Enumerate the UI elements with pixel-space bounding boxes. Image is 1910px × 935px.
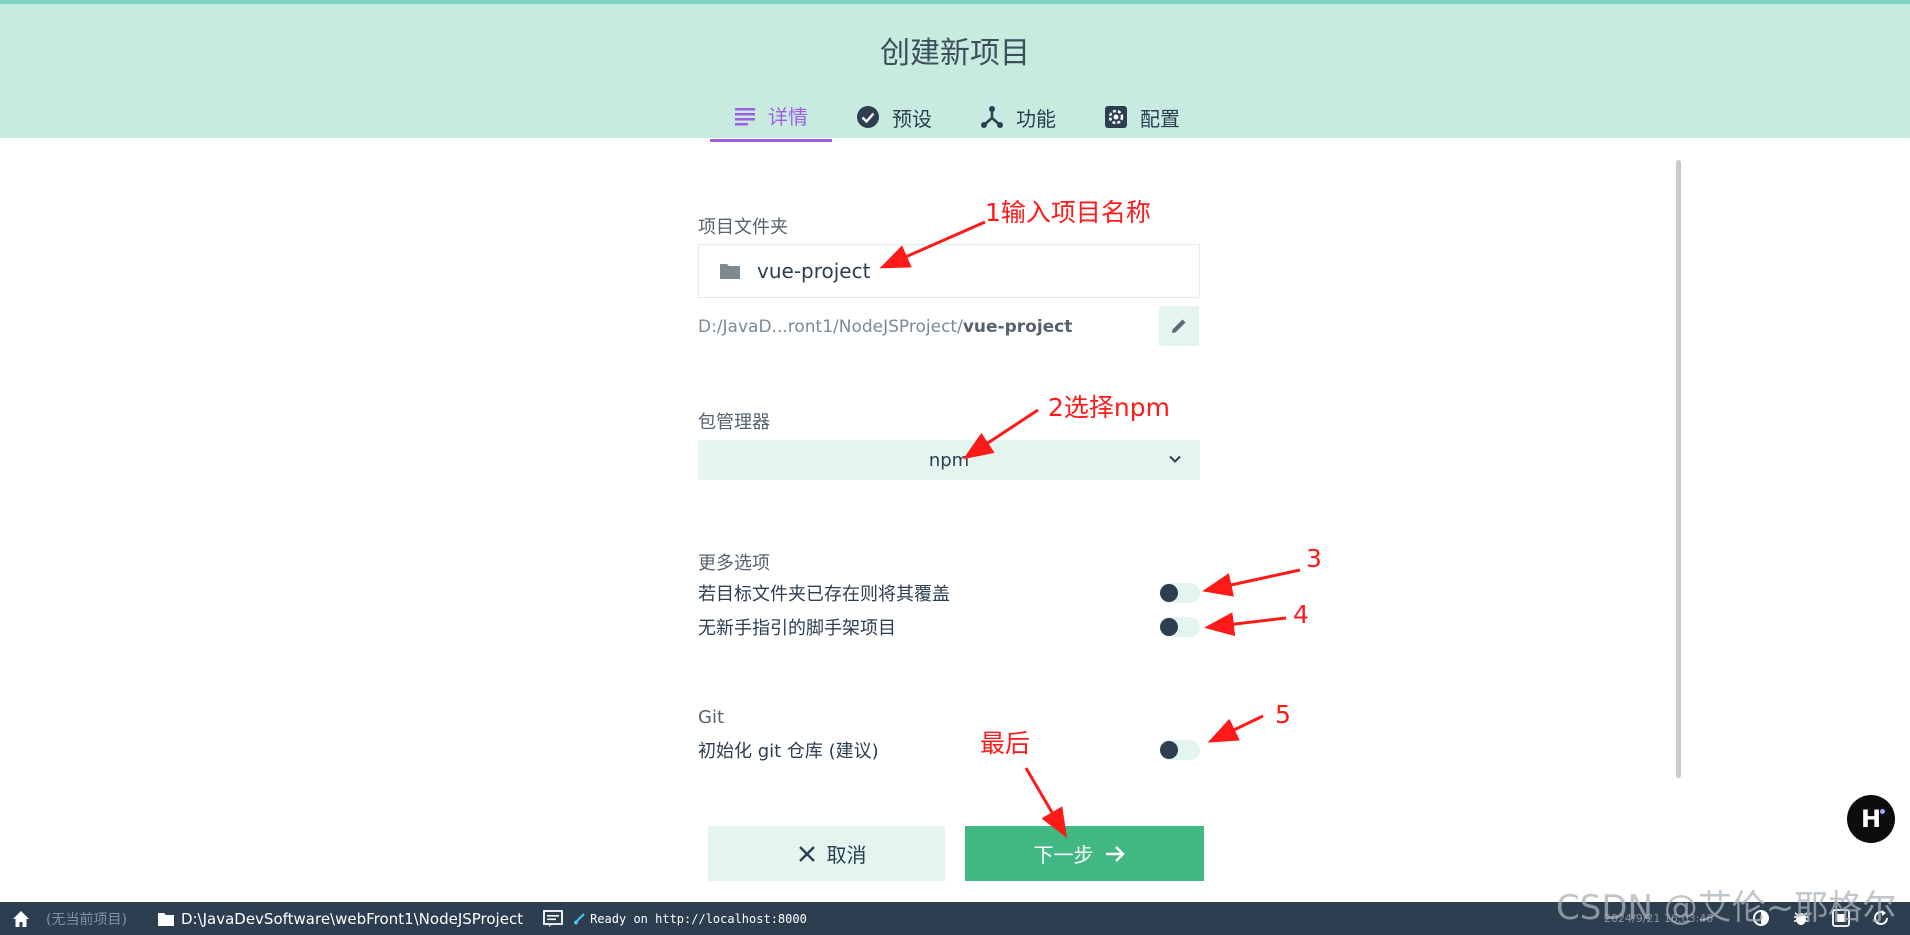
header: 创建新项目 详情 预设 功能 配置 (0, 0, 1910, 142)
chevron-down-icon (1169, 455, 1181, 463)
content-scrollbar[interactable] (1676, 160, 1681, 778)
next-label: 下一步 (1033, 843, 1094, 867)
tab-features[interactable]: 功能 (956, 92, 1080, 142)
console-icon (543, 909, 563, 927)
next-button[interactable]: 下一步 (965, 826, 1204, 881)
tab-config-label: 配置 (1140, 106, 1180, 131)
tab-bar: 详情 预设 功能 配置 (710, 92, 1204, 142)
home-button[interactable] (12, 910, 30, 928)
overwrite-toggle[interactable] (1160, 583, 1200, 603)
folder-icon (720, 264, 740, 279)
option-git-init-label: 初始化 git 仓库 (建议) (698, 741, 879, 762)
option-no-guide-label: 无新手指引的脚手架项目 (698, 618, 896, 639)
tab-presets-label: 预设 (892, 106, 932, 131)
brush-icon (574, 912, 585, 924)
current-project[interactable]: (无当前项目) (46, 909, 127, 929)
tab-details-label: 详情 (768, 105, 808, 129)
project-path: D:/JavaD...ront1/NodeJSProject/vue-proje… (698, 317, 1072, 337)
gear-icon (1105, 106, 1127, 128)
log-message: Ready on http://localhost:8000 (590, 911, 807, 926)
help-button[interactable]: H (1847, 795, 1895, 843)
package-manager-select[interactable]: npm (698, 440, 1200, 480)
home-icon (13, 910, 29, 927)
cancel-button[interactable]: 取消 (708, 826, 945, 881)
folder-label: 项目文件夹 (698, 217, 788, 238)
help-dot (1880, 809, 1885, 814)
annotation-3: 3 (1306, 544, 1322, 573)
annotation-2: 2选择npm (1048, 393, 1170, 422)
edit-path-button[interactable] (1159, 306, 1199, 346)
package-manager-value: npm (928, 449, 970, 471)
option-overwrite-label: 若目标文件夹已存在则将其覆盖 (698, 584, 950, 605)
tab-config[interactable]: 配置 (1080, 92, 1204, 142)
cwd-path: D:\JavaDevSoftware\webFront1\NodeJSProje… (180, 909, 524, 928)
cwd[interactable]: D:\JavaDevSoftware\webFront1\NodeJSProje… (157, 910, 523, 928)
arrow-right-icon (1105, 845, 1125, 862)
path-name: vue-project (962, 317, 1073, 337)
cancel-label: 取消 (826, 843, 867, 867)
watermark: CSDN @艾伦~耶格尔 (1556, 888, 1897, 928)
check-circle-icon (857, 106, 879, 128)
annotation-1: 1输入项目名称 (985, 198, 1151, 227)
arrow-4 (1204, 612, 1287, 637)
path-prefix: D:/JavaD...ront1/NodeJSProject/ (698, 317, 963, 337)
option-git-init: 初始化 git 仓库 (建议) (698, 735, 1200, 765)
arrow-5 (1207, 714, 1264, 743)
page-title: 创建新项目 (880, 36, 1030, 71)
git-init-toggle[interactable] (1160, 740, 1200, 760)
pencil-icon (1172, 319, 1186, 333)
project-name-input[interactable] (755, 258, 1159, 284)
tab-features-label: 功能 (1016, 106, 1056, 131)
folder-field (698, 244, 1200, 298)
more-options-label: 更多选项 (698, 553, 770, 574)
annotation-4: 4 (1293, 600, 1309, 629)
annotation-5: 5 (1275, 700, 1291, 729)
current-project-label: (无当前项目) (46, 911, 127, 928)
tab-details[interactable]: 详情 (710, 92, 832, 142)
arrow-3 (1202, 568, 1301, 597)
no-guide-toggle[interactable] (1160, 617, 1200, 637)
fork-icon (981, 106, 1003, 128)
option-overwrite: 若目标文件夹已存在则将其覆盖 (698, 578, 1200, 608)
package-manager-label: 包管理器 (698, 412, 770, 433)
tab-presets[interactable]: 预设 (832, 92, 956, 142)
log-area[interactable]: Ready on http://localhost:8000 (543, 909, 807, 928)
help-logo-icon: H (1860, 805, 1882, 833)
arrow-last (1024, 767, 1068, 839)
close-icon (798, 845, 815, 862)
folder-icon (157, 912, 174, 926)
option-no-guide: 无新手指引的脚手架项目 (698, 612, 1200, 642)
annotation-last: 最后 (980, 729, 1031, 758)
details-icon (735, 107, 755, 125)
git-label: Git (698, 707, 725, 728)
